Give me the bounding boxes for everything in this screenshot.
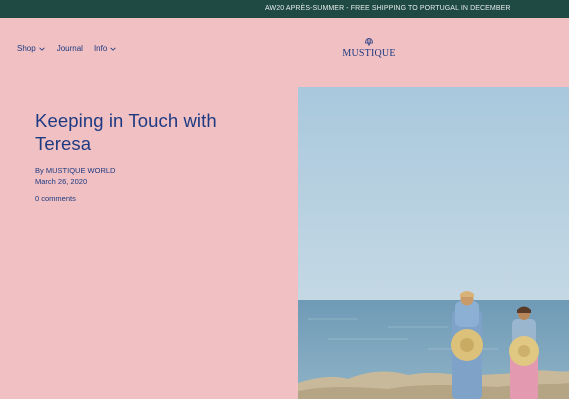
announcement-text: AW20 APRÈS-SUMMER - FREE SHIPPING TO POR…	[265, 5, 511, 12]
byline-prefix: By	[35, 166, 44, 175]
nav-item-shop[interactable]: Shop	[17, 44, 46, 53]
article-byline: By MUSTIQUE WORLD	[35, 165, 265, 176]
chevron-down-icon	[110, 47, 116, 51]
nav-item-label: Info	[93, 44, 108, 53]
nav-item-info[interactable]: Info	[94, 44, 117, 53]
comments-link[interactable]: 0 comments	[35, 193, 265, 204]
article-date: March 26, 2020	[35, 177, 88, 186]
announcement-bar: AW20 APRÈS-SUMMER - FREE SHIPPING TO POR…	[0, 0, 569, 18]
sea-photo	[298, 87, 569, 399]
author-link[interactable]: MUSTIQUE WORLD	[46, 166, 116, 175]
nav-item-label: Journal	[56, 44, 83, 53]
main-nav: Shop Journal Info	[17, 44, 128, 53]
article-header: Keeping in Touch with Teresa By MUSTIQUE…	[35, 109, 265, 204]
article-title: Keeping in Touch with Teresa	[35, 110, 217, 154]
hero-image	[298, 87, 569, 399]
chevron-down-icon	[39, 47, 45, 51]
brand-logo[interactable]: MUSTIQUE	[342, 37, 396, 59]
nav-item-journal[interactable]: Journal	[57, 44, 83, 53]
person-left	[451, 291, 483, 399]
brand-name: MUSTIQUE	[342, 48, 396, 59]
shell-logo-icon	[365, 38, 373, 46]
nav-item-label: Shop	[17, 44, 36, 53]
